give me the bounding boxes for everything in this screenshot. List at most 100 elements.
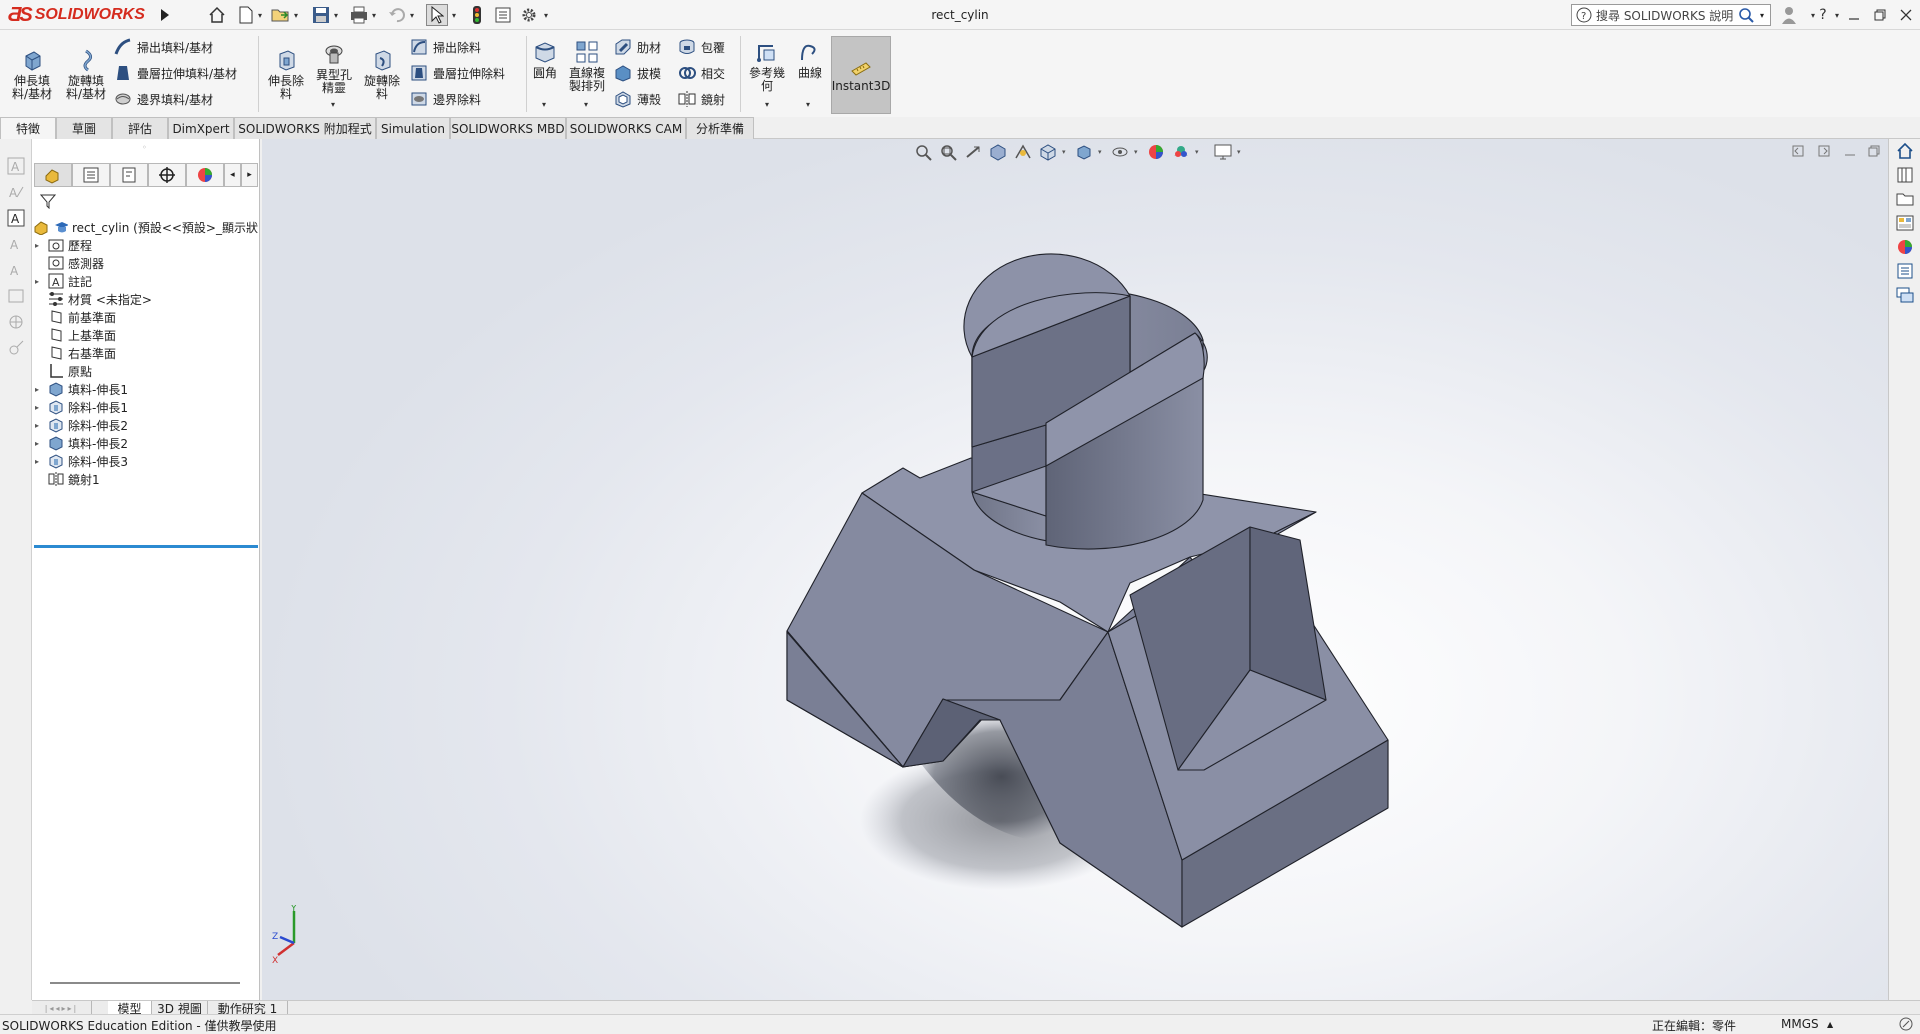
rib-button[interactable]: 肋材: [614, 38, 661, 56]
boundary-cut-button[interactable]: 邊界除料: [410, 90, 481, 108]
wrap-button[interactable]: 包覆: [678, 38, 725, 56]
surface-finish-icon[interactable]: A: [7, 235, 25, 253]
panel-grip-icon[interactable]: ◦: [142, 143, 147, 152]
solidworks-logo[interactable]: ƋS SOLIDWORKS: [8, 3, 154, 27]
tree-item-sensors[interactable]: 感測器: [32, 253, 258, 273]
bottom-tab-nav-arrows[interactable]: |◂◂▸▸|: [32, 1001, 92, 1015]
configuration-manager-tab-icon[interactable]: [109, 163, 148, 187]
new-document-icon[interactable]: [236, 4, 256, 26]
tab-simulation[interactable]: Simulation: [376, 117, 450, 139]
extruded-boss-button[interactable]: 伸長填 料/基材: [8, 48, 56, 101]
curves-button[interactable]: 曲線: [794, 40, 826, 80]
print-dropdown-icon[interactable]: ▾: [372, 4, 380, 26]
bottom-tab-model[interactable]: 模型: [108, 1001, 152, 1016]
tree-item-boss-extrude2[interactable]: ▸ 填料-伸長2: [32, 433, 258, 453]
rollback-bar[interactable]: [34, 545, 258, 548]
reference-geometry-button[interactable]: 參考幾 何: [744, 40, 790, 93]
triad-axes[interactable]: Y X Z: [272, 904, 316, 966]
annotation-a-icon[interactable]: A: [7, 157, 25, 175]
menu-expand-arrow-icon[interactable]: [158, 6, 172, 24]
linear-pattern-button[interactable]: 直線複 製排列: [564, 40, 610, 93]
hole-callout-icon[interactable]: [7, 339, 25, 357]
help-search-input[interactable]: ? 搜尋 SOLIDWORKS 說明 ▾: [1571, 4, 1771, 26]
tree-item-cut-extrude3[interactable]: ▸ 除料-伸長3: [32, 451, 258, 471]
tree-item-boss-extrude1[interactable]: ▸ 填料-伸長1: [32, 379, 258, 399]
home-icon[interactable]: [206, 4, 228, 26]
tabs-scroll-right-icon[interactable]: ▸: [240, 163, 259, 187]
tab-features[interactable]: 特徵: [0, 117, 56, 139]
revolved-cut-button[interactable]: 旋轉除 料: [358, 48, 406, 101]
rebuild-traffic-light-icon[interactable]: [466, 4, 488, 26]
tree-root-part[interactable]: rect_cylin (預設<<預設>_顯示狀: [32, 217, 258, 237]
note-icon[interactable]: A: [7, 183, 25, 201]
units-selector[interactable]: MMGS: [1781, 1017, 1819, 1031]
filter-icon[interactable]: [40, 193, 56, 209]
tab-sketch[interactable]: 草圖: [56, 117, 112, 139]
file-properties-icon[interactable]: [492, 4, 514, 26]
hole-wizard-button[interactable]: 異型孔 精靈: [310, 42, 358, 95]
file-explorer-icon[interactable]: [1895, 189, 1915, 209]
close-icon[interactable]: [1895, 4, 1917, 26]
tree-item-top-plane[interactable]: 上基準面: [32, 325, 258, 345]
expand-arrow-icon[interactable]: ▸: [32, 421, 42, 430]
expand-arrow-icon[interactable]: ▸: [32, 277, 42, 286]
tabs-scroll-left-icon[interactable]: ◂: [223, 163, 241, 187]
open-dropdown-icon[interactable]: ▾: [294, 4, 302, 26]
boundary-boss-button[interactable]: 邊界填料/基材: [114, 90, 213, 108]
graphics-area[interactable]: ▾ ▾ ▾ ▾ ▾ Y X Z: [262, 139, 1888, 1000]
undo-dropdown-icon[interactable]: ▾: [410, 4, 418, 26]
options-dropdown-icon[interactable]: ▾: [544, 4, 552, 26]
tab-dimxpert[interactable]: DimXpert: [168, 117, 234, 139]
expand-arrow-icon[interactable]: ▸: [32, 439, 42, 448]
tab-analysis-prep[interactable]: 分析準備: [686, 117, 754, 139]
horizontal-scrollbar[interactable]: [50, 982, 240, 984]
tree-item-history[interactable]: ▸ 歷程: [32, 235, 258, 255]
dimxpert-manager-tab-icon[interactable]: [147, 163, 186, 187]
tree-item-annotations[interactable]: ▸ A 註記: [32, 271, 258, 291]
select-dropdown-icon[interactable]: ▾: [452, 4, 460, 26]
datum-target-icon[interactable]: [7, 313, 25, 331]
undo-icon[interactable]: [386, 4, 408, 26]
tree-item-material[interactable]: 材質 <未指定>: [32, 289, 258, 309]
status-help-icon[interactable]: [1898, 1016, 1914, 1032]
expand-arrow-icon[interactable]: ▸: [32, 457, 42, 466]
linear-pattern-dropdown-icon[interactable]: ▾: [584, 100, 588, 109]
save-icon[interactable]: [310, 4, 332, 26]
search-dropdown-icon[interactable]: ▾: [1760, 11, 1770, 20]
open-icon[interactable]: [270, 4, 292, 26]
feature-tree-tab-icon[interactable]: [34, 163, 72, 187]
design-library-icon[interactable]: [1895, 165, 1915, 185]
shell-button[interactable]: 薄殼: [614, 90, 661, 108]
property-manager-tab-icon[interactable]: [71, 163, 110, 187]
swept-cut-button[interactable]: 掃出除料: [410, 38, 481, 56]
display-manager-tab-icon[interactable]: [185, 163, 224, 187]
tree-item-front-plane[interactable]: 前基準面: [32, 307, 258, 327]
hole-wizard-dropdown-icon[interactable]: ▾: [331, 100, 335, 109]
print-icon[interactable]: [348, 4, 370, 26]
swept-boss-button[interactable]: 掃出填料/基材: [114, 38, 213, 56]
datum-icon[interactable]: [7, 287, 25, 305]
extruded-cut-button[interactable]: 伸長除 料: [262, 48, 310, 101]
expand-arrow-icon[interactable]: ▸: [32, 403, 42, 412]
revolved-boss-button[interactable]: 旋轉填 料/基材: [62, 48, 110, 101]
curves-dropdown-icon[interactable]: ▾: [806, 100, 810, 109]
tab-solidworks-addins[interactable]: SOLIDWORKS 附加程式: [234, 117, 376, 139]
bottom-tab-3d-views[interactable]: 3D 視圖: [152, 1001, 208, 1016]
lofted-boss-button[interactable]: 疊層拉伸填料/基材: [114, 64, 237, 82]
user-icon[interactable]: [1778, 4, 1800, 26]
options-gear-icon[interactable]: [518, 4, 540, 26]
tab-scroll-arrows-icon[interactable]: |◂◂▸▸|: [45, 1004, 78, 1013]
select-arrow-icon[interactable]: [426, 4, 448, 26]
draft-button[interactable]: 拔模: [614, 64, 661, 82]
custom-properties-icon[interactable]: [1895, 261, 1915, 281]
instant3d-button[interactable]: Instant3D: [831, 36, 891, 114]
search-icon[interactable]: [1738, 7, 1756, 23]
fillet-button[interactable]: 圓角: [530, 40, 560, 80]
tab-evaluate[interactable]: 評估: [112, 117, 168, 139]
expand-arrow-icon[interactable]: ▸: [32, 241, 42, 250]
part-3d-model[interactable]: [262, 139, 1888, 1000]
tab-solidworks-cam[interactable]: SOLIDWORKS CAM: [566, 117, 686, 139]
view-palette-icon[interactable]: [1895, 213, 1915, 233]
restore-icon[interactable]: [1869, 4, 1891, 26]
reference-geometry-dropdown-icon[interactable]: ▾: [765, 100, 769, 109]
